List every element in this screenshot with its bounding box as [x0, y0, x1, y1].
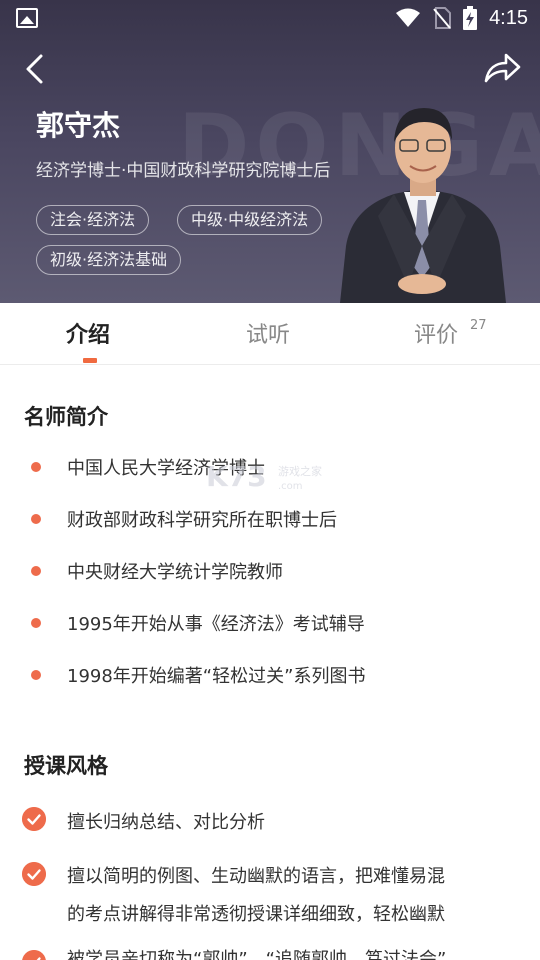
teaching-style-title: 授课风格: [24, 754, 108, 778]
bullet-dot: [31, 462, 41, 472]
intro-section-title: 名师简介: [24, 405, 108, 429]
svg-text:.com: .com: [278, 481, 303, 492]
bullet-dot: [31, 618, 41, 628]
check-icon: [22, 862, 46, 886]
share-icon[interactable]: [482, 50, 522, 86]
status-bar: 4:15: [0, 0, 540, 36]
tab-reviews[interactable]: 评价: [414, 317, 458, 349]
teacher-name: 郭守杰: [36, 109, 121, 142]
active-tab-indicator: [83, 358, 97, 363]
tab-trial[interactable]: 试听: [246, 317, 290, 349]
site-watermark-logo: K73 游戏之家 .com: [206, 460, 322, 493]
intro-item: 1998年开始编著“轻松过关”系列图书: [67, 666, 366, 687]
check-icon: [22, 950, 46, 960]
course-tag[interactable]: 中级·中级经济法: [177, 205, 323, 235]
tab-bar: 介绍 试听 评价 27: [0, 303, 540, 365]
svg-text:K73: K73: [206, 460, 267, 493]
image-icon: [16, 8, 38, 28]
teacher-header: DONGAO 4:15 郭守杰 经济学博士·中国财政科学研究院博士后 注会·经济…: [0, 0, 540, 303]
bullet-dot: [31, 670, 41, 680]
check-icon: [22, 807, 46, 831]
intro-item: 1995年开始从事《经济法》考试辅导: [67, 614, 365, 635]
intro-item: 财政部财政科学研究所在职博士后: [67, 510, 337, 531]
tab-intro[interactable]: 介绍: [66, 317, 110, 349]
bullet-dot: [31, 514, 41, 524]
back-arrow-icon[interactable]: [20, 52, 52, 86]
course-tag[interactable]: 注会·经济法: [36, 205, 150, 235]
style-item: 被学员亲切称为“郭帅”，“追随郭帅，笃过法会”: [67, 949, 447, 960]
reviews-count-badge: 27: [470, 318, 487, 333]
battery-charging-icon: [463, 6, 478, 30]
teacher-credentials: 经济学博士·中国财政科学研究院博士后: [36, 161, 331, 181]
course-tag[interactable]: 初级·经济法基础: [36, 245, 182, 275]
svg-text:游戏之家: 游戏之家: [278, 464, 322, 478]
clock: 4:15: [489, 6, 528, 29]
style-item: 擅长归纳总结、对比分析: [67, 812, 265, 833]
style-item-continued: 的考点讲解得非常透彻授课详细细致，轻松幽默: [67, 904, 445, 925]
bullet-dot: [31, 566, 41, 576]
intro-item: 中央财经大学统计学院教师: [67, 562, 283, 583]
style-item: 擅以简明的例图、生动幽默的语言，把难懂易混: [67, 866, 445, 887]
no-sim-icon: [433, 7, 452, 29]
teacher-portrait: [340, 108, 506, 303]
wifi-icon: [396, 8, 421, 27]
